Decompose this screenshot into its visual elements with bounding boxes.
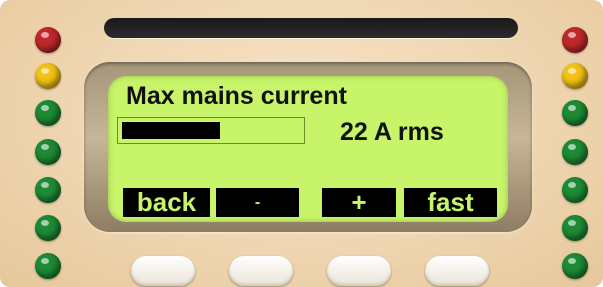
level-bar-fill: [122, 122, 220, 139]
current-reading: 22 A rms: [340, 118, 444, 146]
led-left-4-green-icon: [35, 139, 61, 165]
hardware-button-2[interactable]: [229, 256, 293, 286]
led-right-4-green-icon: [562, 139, 588, 165]
setting-title: Max mains current: [126, 82, 347, 110]
led-left-1-red-icon: [35, 27, 61, 53]
hardware-button-4[interactable]: [425, 256, 489, 286]
led-left-2-yellow-icon: [35, 63, 61, 89]
led-left-5-green-icon: [35, 177, 61, 203]
fast-softkey[interactable]: fast: [404, 188, 497, 217]
led-right-6-green-icon: [562, 215, 588, 241]
led-right-7-green-icon: [562, 253, 588, 279]
plus-softkey[interactable]: +: [322, 188, 396, 217]
hardware-button-3[interactable]: [327, 256, 391, 286]
hardware-button-1[interactable]: [131, 256, 195, 286]
top-display-slot: [104, 18, 518, 38]
led-right-5-green-icon: [562, 177, 588, 203]
led-right-1-red-icon: [562, 27, 588, 53]
led-left-6-green-icon: [35, 215, 61, 241]
led-left-7-green-icon: [35, 253, 61, 279]
minus-softkey[interactable]: -: [216, 188, 299, 217]
control-panel: Max mains current 22 A rms back - + fast: [0, 0, 603, 287]
back-softkey[interactable]: back: [123, 188, 210, 217]
led-right-3-green-icon: [562, 100, 588, 126]
level-bar: [117, 117, 305, 144]
led-left-3-green-icon: [35, 100, 61, 126]
led-right-2-yellow-icon: [562, 63, 588, 89]
